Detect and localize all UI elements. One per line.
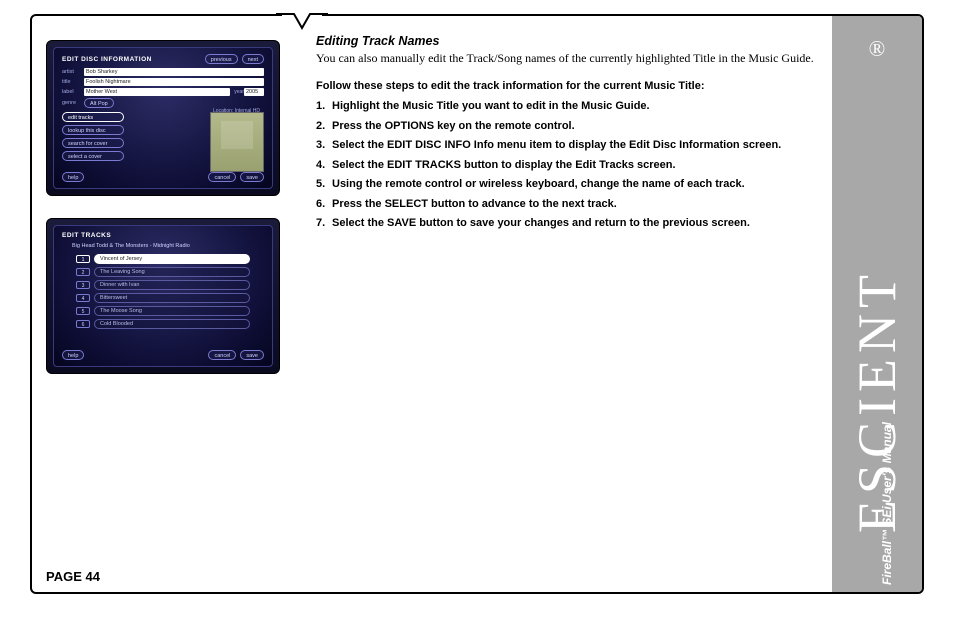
- save-button[interactable]: save: [240, 350, 264, 360]
- intro-paragraph: You can also manually edit the Track/Son…: [316, 51, 822, 66]
- step-item: Press the OPTIONS key on the remote cont…: [316, 118, 822, 135]
- label-field[interactable]: Mother West: [84, 88, 230, 96]
- page-number: PAGE 44: [46, 569, 100, 584]
- panel-title: EDIT TRACKS: [62, 232, 111, 239]
- screenshot-edit-disc-info: EDIT DISC INFORMATION previous next arti…: [46, 40, 280, 196]
- track-row[interactable]: 3 Dinner with Ivan: [76, 280, 250, 290]
- registered-mark: ®: [869, 36, 886, 62]
- brand-sidebar: ® ESCIENT FireBall™ SEi User's Manual: [832, 16, 922, 592]
- step-item: Highlight the Music Title you want to ed…: [316, 98, 822, 115]
- track-row[interactable]: 1 Vincent of Jersey: [76, 254, 250, 264]
- action-button[interactable]: lookup this disc: [62, 125, 124, 135]
- section-heading: Editing Track Names: [316, 34, 822, 48]
- year-field[interactable]: 2005: [244, 88, 264, 96]
- content-area: EDIT DISC INFORMATION previous next arti…: [46, 34, 822, 562]
- genre-field[interactable]: Alt Pop: [84, 98, 114, 108]
- track-name[interactable]: The Leaving Song: [94, 267, 250, 277]
- save-button[interactable]: save: [240, 172, 264, 182]
- page-notch: [282, 14, 322, 34]
- step-item: Using the remote control or wireless key…: [316, 176, 822, 193]
- track-name[interactable]: Cold Blooded: [94, 319, 250, 329]
- screenshot-edit-tracks: EDIT TRACKS Big Head Todd & The Monsters…: [46, 218, 280, 374]
- track-row[interactable]: 6 Cold Blooded: [76, 319, 250, 329]
- track-number: 2: [76, 268, 90, 276]
- track-name[interactable]: Bittersweet: [94, 293, 250, 303]
- panel-title: EDIT DISC INFORMATION: [62, 56, 152, 63]
- track-name[interactable]: Dinner with Ivan: [94, 280, 250, 290]
- help-button[interactable]: help: [62, 350, 84, 360]
- track-name[interactable]: The Moose Song: [94, 306, 250, 316]
- screenshot-column: EDIT DISC INFORMATION previous next arti…: [46, 34, 298, 396]
- track-number: 4: [76, 294, 90, 302]
- step-item: Select the SAVE button to save your chan…: [316, 215, 822, 232]
- prev-button[interactable]: previous: [205, 54, 238, 64]
- track-number: 1: [76, 255, 90, 263]
- step-item: Press the SELECT button to advance to th…: [316, 196, 822, 213]
- steps-list: Highlight the Music Title you want to ed…: [316, 98, 822, 232]
- track-name[interactable]: Vincent of Jersey: [94, 254, 250, 264]
- track-number: 6: [76, 320, 90, 328]
- step-item: Select the EDIT TRACKS button to display…: [316, 157, 822, 174]
- text-column: Editing Track Names You can also manuall…: [316, 34, 822, 232]
- cancel-button[interactable]: cancel: [208, 172, 236, 182]
- steps-lead: Follow these steps to edit the track inf…: [316, 80, 822, 92]
- action-button[interactable]: search for cover: [62, 138, 124, 148]
- action-button[interactable]: edit tracks: [62, 112, 124, 122]
- artist-field[interactable]: Bob Sharkey: [84, 68, 264, 76]
- step-item: Select the EDIT DISC INFO Info menu item…: [316, 137, 822, 154]
- album-cover: [210, 112, 264, 172]
- next-button[interactable]: next: [242, 54, 264, 64]
- track-number: 3: [76, 281, 90, 289]
- track-row[interactable]: 5 The Moose Song: [76, 306, 250, 316]
- album-subtitle: Big Head Todd & The Monsters - Midnight …: [72, 243, 264, 249]
- title-field[interactable]: Foolish Nightmare: [84, 78, 264, 86]
- cancel-button[interactable]: cancel: [208, 350, 236, 360]
- brand-logo: ESCIENT: [846, 269, 908, 533]
- manual-subtitle: FireBall™ SEi User's Manual: [880, 422, 894, 585]
- track-number: 5: [76, 307, 90, 315]
- help-button[interactable]: help: [62, 172, 84, 182]
- track-row[interactable]: 2 The Leaving Song: [76, 267, 250, 277]
- manual-page: ® ESCIENT FireBall™ SEi User's Manual PA…: [30, 14, 924, 594]
- track-row[interactable]: 4 Bittersweet: [76, 293, 250, 303]
- action-button[interactable]: select a cover: [62, 151, 124, 161]
